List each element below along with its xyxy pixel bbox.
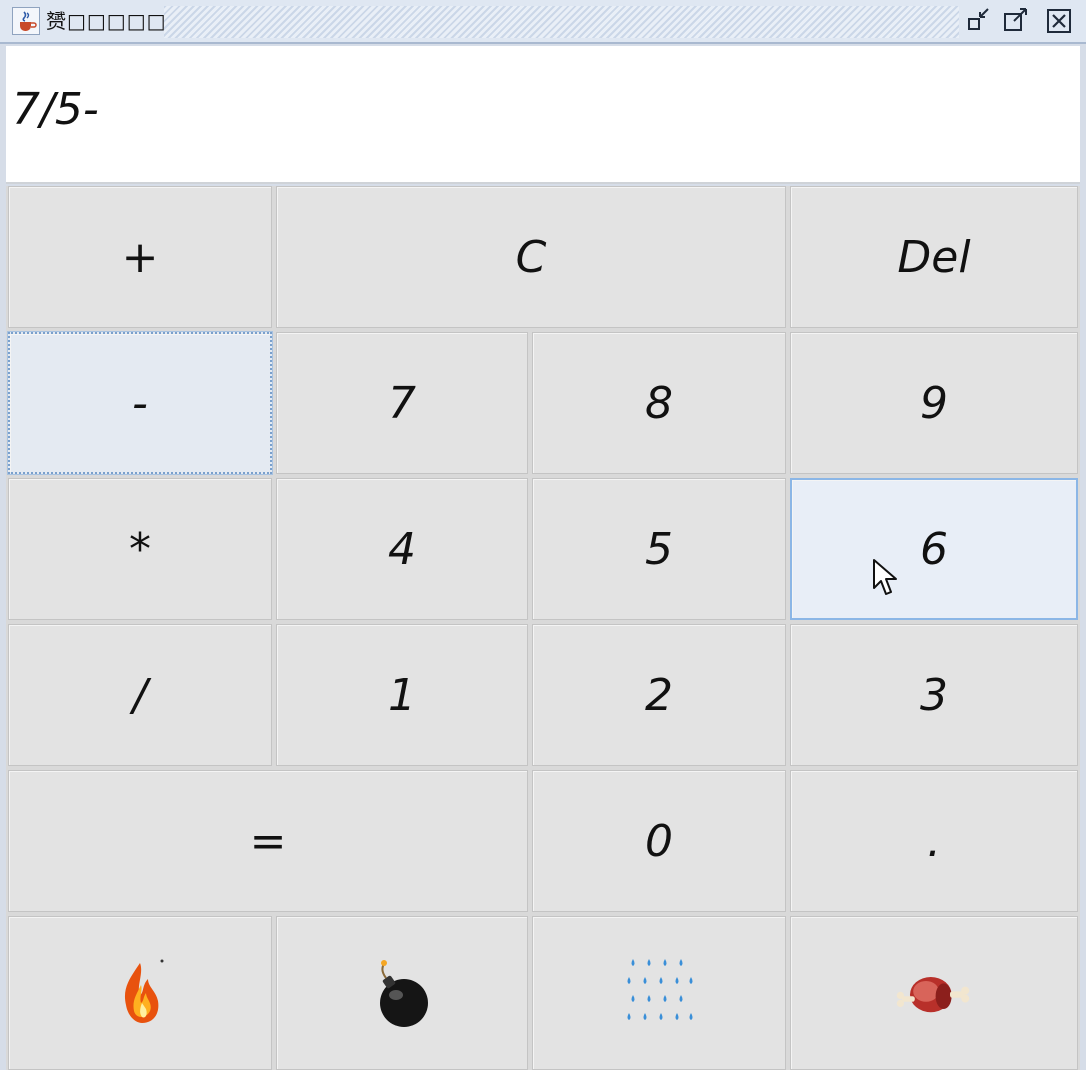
mouse-cursor-icon bbox=[873, 559, 897, 595]
digit-2-button[interactable]: 2 bbox=[532, 624, 786, 766]
display-value: 7/5- bbox=[12, 84, 99, 135]
digit-1-button[interactable]: 1 bbox=[276, 624, 528, 766]
meat-button[interactable] bbox=[790, 916, 1078, 1070]
clear-button[interactable]: C bbox=[276, 186, 786, 328]
bomb-icon bbox=[380, 960, 428, 1027]
minimize-icon[interactable] bbox=[964, 5, 996, 37]
digit-4-button[interactable]: 4 bbox=[276, 478, 528, 620]
digit-0-button[interactable]: 0 bbox=[532, 770, 786, 912]
equals-button[interactable]: = bbox=[8, 770, 528, 912]
meat-icon bbox=[896, 977, 970, 1013]
bomb-button[interactable] bbox=[276, 916, 528, 1070]
rain-button[interactable] bbox=[532, 916, 786, 1070]
plus-button[interactable]: + bbox=[8, 186, 272, 328]
java-cup-icon[interactable] bbox=[12, 7, 40, 35]
digit-7-button[interactable]: 7 bbox=[276, 332, 528, 474]
digit-6-button[interactable]: 6 bbox=[790, 478, 1078, 620]
title-bar-pattern bbox=[164, 6, 959, 38]
window-title: 赟□□□□□ bbox=[46, 9, 167, 33]
digit-9-button[interactable]: 9 bbox=[790, 332, 1078, 474]
decimal-point-button[interactable]: . bbox=[790, 770, 1078, 912]
delete-button[interactable]: Del bbox=[790, 186, 1078, 328]
button-grid: + C Del - 7 8 9 * 4 5 6 / 1 2 3 = 0 . bbox=[6, 186, 1080, 1070]
maximize-icon[interactable] bbox=[1000, 5, 1032, 37]
close-icon[interactable] bbox=[1044, 5, 1076, 37]
expression-display: 7/5- bbox=[6, 46, 1080, 184]
digit-3-button[interactable]: 3 bbox=[790, 624, 1078, 766]
digit-8-button[interactable]: 8 bbox=[532, 332, 786, 474]
fire-icon bbox=[124, 959, 164, 1023]
title-bar: 赟□□□□□ bbox=[0, 0, 1086, 44]
fire-button[interactable] bbox=[8, 916, 272, 1070]
minus-button[interactable]: - bbox=[7, 331, 273, 475]
multiply-button[interactable]: * bbox=[8, 478, 272, 620]
rain-icon bbox=[627, 959, 693, 1020]
digit-5-button[interactable]: 5 bbox=[532, 478, 786, 620]
divide-button[interactable]: / bbox=[8, 624, 272, 766]
